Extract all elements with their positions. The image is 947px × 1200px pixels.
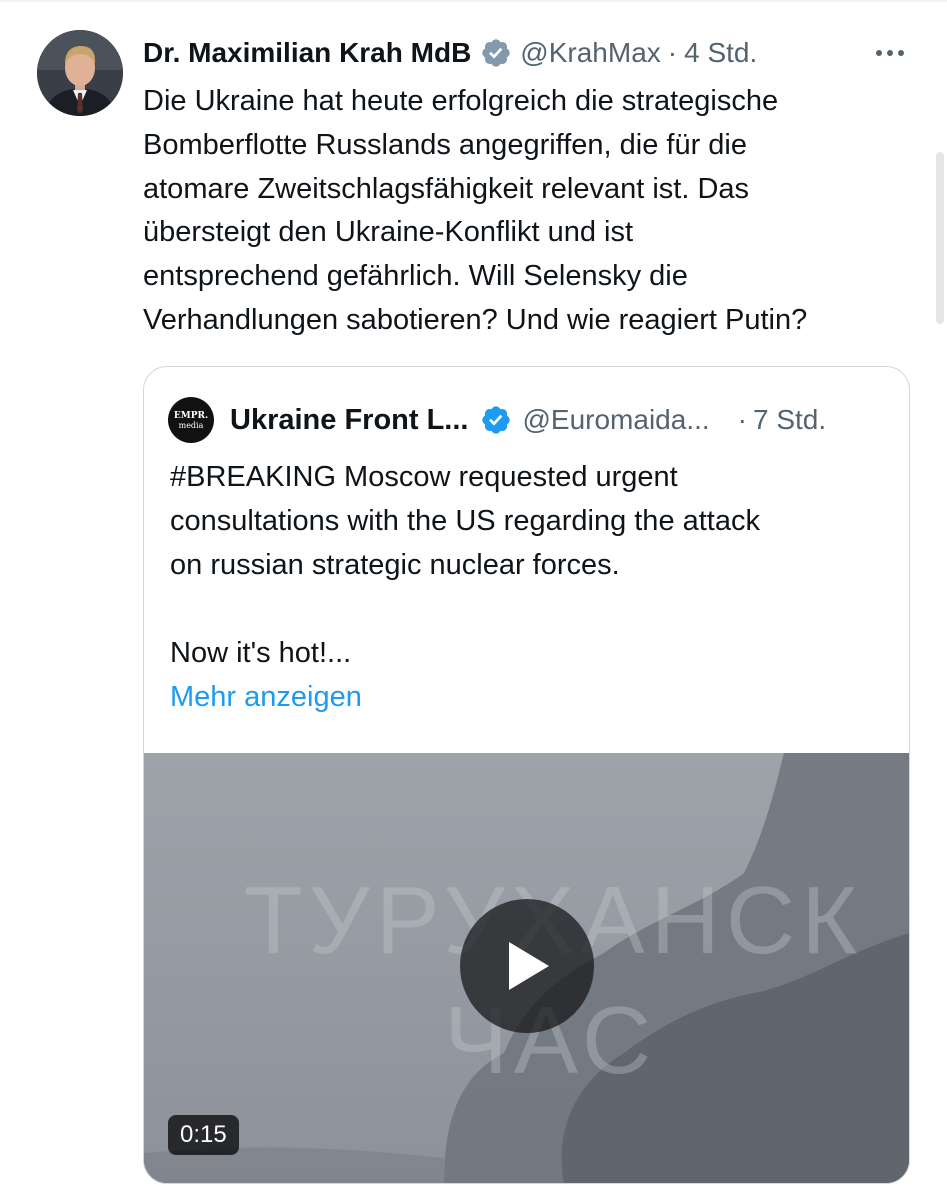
quoted-tweet-timestamp[interactable]: 7 Std. — [753, 404, 826, 436]
quoted-tweet-header: EMPR. media Ukraine Front L... @Euromaid… — [168, 397, 826, 443]
tweet-text: Die Ukraine hat heute erfolgreich die st… — [143, 85, 808, 336]
verified-badge-icon[interactable] — [480, 37, 512, 69]
quoted-avatar-logo-line1: EMPR. — [173, 410, 209, 421]
verified-badge-icon[interactable] — [480, 404, 512, 436]
quoted-author-handle[interactable]: @Euromaida... — [522, 404, 709, 436]
play-icon — [509, 942, 549, 990]
more-horizontal-icon[interactable] — [870, 38, 910, 68]
video-player[interactable]: ТУРУХАНСК ЧАС 0:15 — [144, 753, 909, 1183]
quoted-tweet-text: #BREAKING Moscow requested urgent consul… — [170, 461, 760, 669]
author-handle[interactable]: @KrahMax — [520, 37, 660, 69]
scrollbar[interactable] — [936, 152, 944, 324]
tweet-header: Dr. Maximilian Krah MdB @KrahMax · 4 Std… — [143, 30, 757, 76]
show-more-link[interactable]: Mehr anzeigen — [170, 675, 362, 719]
quoted-avatar-logo-line2: media — [178, 420, 204, 430]
tweet-timestamp[interactable]: 4 Std. — [684, 37, 757, 69]
top-divider — [0, 0, 947, 2]
quoted-author-name[interactable]: Ukraine Front L... — [230, 404, 468, 437]
play-button[interactable] — [460, 899, 594, 1033]
author-name[interactable]: Dr. Maximilian Krah MdB — [143, 37, 471, 69]
separator-dot: · — [737, 404, 747, 435]
quoted-author-avatar[interactable]: EMPR. media — [168, 397, 214, 443]
author-avatar[interactable] — [37, 30, 123, 116]
separator-dot: · — [667, 37, 678, 68]
video-duration-badge: 0:15 — [168, 1115, 239, 1155]
quoted-tweet-card[interactable]: EMPR. media Ukraine Front L... @Euromaid… — [143, 366, 910, 1184]
